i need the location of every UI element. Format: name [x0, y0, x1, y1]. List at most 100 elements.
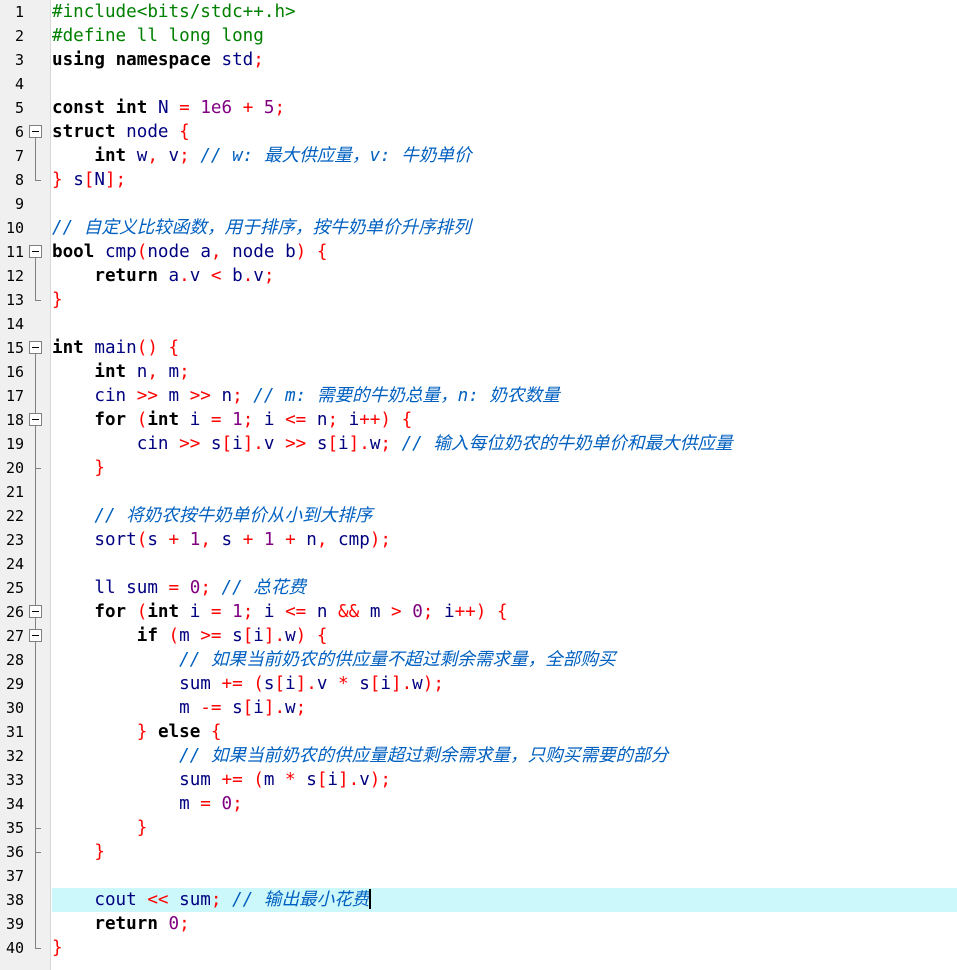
code-text[interactable]: m = 0; — [52, 792, 957, 816]
code-line[interactable]: 14 — [0, 312, 957, 336]
code-text[interactable] — [52, 312, 957, 336]
code-text[interactable]: return 0; — [52, 912, 957, 936]
fold-toggle-icon[interactable] — [27, 600, 45, 624]
code-line[interactable]: 19 cin >> s[i].v >> s[i].w; // 输入每位奶农的牛奶… — [0, 432, 957, 456]
code-text[interactable]: #define ll long long — [52, 24, 957, 48]
code-line[interactable]: 40} — [0, 936, 957, 960]
code-lines[interactable]: 1 #include<bits/stdc++.h> 2 #define ll long… — [0, 0, 957, 960]
code-text[interactable]: } — [52, 840, 957, 864]
code-text[interactable]: sort(s + 1, s + 1 + n, cmp); — [52, 528, 957, 552]
code-line[interactable]: 23 sort(s + 1, s + 1 + n, cmp); — [0, 528, 957, 552]
code-line[interactable]: 7 int w, v; // w: 最大供应量，v: 牛奶单价 — [0, 144, 957, 168]
code-line[interactable]: 29 sum += (s[i].v * s[i].w); — [0, 672, 957, 696]
code-text[interactable]: ll sum = 0; // 总花费 — [52, 576, 957, 600]
code-line[interactable]: 31 } else { — [0, 720, 957, 744]
code-text[interactable]: return a.v < b.v; — [52, 264, 957, 288]
code-line[interactable]: 34 m = 0; — [0, 792, 957, 816]
code-line[interactable]: 12 return a.v < b.v; — [0, 264, 957, 288]
type-token: w — [136, 146, 148, 166]
code-line[interactable]: 32 // 如果当前奶农的供应量超过剩余需求量，只购买需要的部分 — [0, 744, 957, 768]
fold-toggle-icon[interactable] — [27, 408, 45, 432]
code-line[interactable]: 22 // 将奶农按牛奶单价从小到大排序 — [0, 504, 957, 528]
code-line[interactable]: 13} — [0, 288, 957, 312]
operator-token: ; — [327, 410, 339, 430]
code-line[interactable]: 4 — [0, 72, 957, 96]
code-text[interactable]: cin >> s[i].v >> s[i].w; // 输入每位奶农的牛奶单价和… — [52, 432, 957, 456]
code-line[interactable]: 33 sum += (m * s[i].v); — [0, 768, 957, 792]
operator-token: ++) — [359, 410, 391, 430]
code-line[interactable]: 3 using namespace std; — [0, 48, 957, 72]
code-line[interactable]: 28 // 如果当前奶农的供应量不超过剩余需求量，全部购买 — [0, 648, 957, 672]
code-line[interactable]: 39 return 0; — [0, 912, 957, 936]
code-line[interactable]: 10 // 自定义比较函数，用于排序，按牛奶单价升序排列 — [0, 216, 957, 240]
code-line[interactable]: 25 ll sum = 0; // 总花费 — [0, 576, 957, 600]
code-text[interactable]: sum += (m * s[i].v); — [52, 768, 957, 792]
fold-toggle-icon[interactable] — [27, 240, 45, 264]
code-line[interactable]: 18 for (int i = 1; i <= n; i++) { — [0, 408, 957, 432]
code-line[interactable]: 38 cout << sum; // 输出最小花费 — [0, 888, 957, 912]
code-line[interactable]: 21 — [0, 480, 957, 504]
operator-token: <= — [285, 602, 307, 622]
code-text[interactable]: bool cmp(node a, node b) { — [52, 240, 957, 264]
code-text[interactable]: } — [52, 288, 957, 312]
code-line[interactable]: 8} s[N]; — [0, 168, 957, 192]
code-text[interactable]: // 如果当前奶农的供应量超过剩余需求量，只购买需要的部分 — [52, 744, 957, 768]
code-text[interactable]: int n, m; — [52, 360, 957, 384]
code-line[interactable]: 15 int main() { — [0, 336, 957, 360]
code-line[interactable]: 30 m -= s[i].w; — [0, 696, 957, 720]
code-text[interactable]: } s[N]; — [52, 168, 957, 192]
code-text[interactable] — [52, 480, 957, 504]
code-text[interactable]: for (int i = 1; i <= n && m > 0; i++) { — [52, 600, 957, 624]
code-text[interactable]: } — [52, 816, 957, 840]
code-text[interactable]: // 自定义比较函数，用于排序，按牛奶单价升序排列 — [52, 216, 957, 240]
code-text[interactable]: if (m >= s[i].w) { — [52, 624, 957, 648]
code-text[interactable]: for (int i = 1; i <= n; i++) { — [52, 408, 957, 432]
code-text[interactable]: // 如果当前奶农的供应量不超过剩余需求量，全部购买 — [52, 648, 957, 672]
code-text[interactable]: m -= s[i].w; — [52, 696, 957, 720]
code-line[interactable]: 37 — [0, 864, 957, 888]
code-line[interactable]: 2 #define ll long long — [0, 24, 957, 48]
fold-toggle-icon[interactable] — [27, 336, 45, 360]
fold-toggle-icon[interactable] — [27, 120, 45, 144]
code-line[interactable]: 35 } — [0, 816, 957, 840]
code-text[interactable]: int w, v; // w: 最大供应量，v: 牛奶单价 — [52, 144, 957, 168]
fold-toggle-icon[interactable] — [27, 624, 45, 648]
code-text[interactable]: const int N = 1e6 + 5; — [52, 96, 957, 120]
code-text[interactable] — [52, 192, 957, 216]
code-text[interactable]: int main() { — [52, 336, 957, 360]
type-token: m — [369, 602, 381, 622]
operator-token: } — [136, 722, 148, 742]
code-line[interactable]: 24 — [0, 552, 957, 576]
code-text[interactable]: using namespace std; — [52, 48, 957, 72]
code-editor[interactable]: 1 #include<bits/stdc++.h> 2 #define ll long… — [0, 0, 957, 970]
code-text[interactable] — [52, 72, 957, 96]
code-text[interactable]: } — [52, 936, 957, 960]
code-line[interactable]: 27 if (m >= s[i].w) { — [0, 624, 957, 648]
code-line[interactable]: 5 const int N = 1e6 + 5; — [0, 96, 957, 120]
code-text[interactable]: sum += (s[i].v * s[i].w); — [52, 672, 957, 696]
code-line[interactable]: 6 struct node { — [0, 120, 957, 144]
code-text[interactable]: cin >> m >> n; // m: 需要的牛奶总量，n: 奶农数量 — [52, 384, 957, 408]
code-line[interactable]: 36 } — [0, 840, 957, 864]
code-text[interactable]: cout << sum; // 输出最小花费 — [52, 888, 957, 912]
code-line[interactable]: 26 for (int i = 1; i <= n && m > 0; i++)… — [0, 600, 957, 624]
type-token: i — [253, 698, 264, 718]
code-line[interactable]: 11 bool cmp(node a, node b) { — [0, 240, 957, 264]
code-text[interactable]: } — [52, 456, 957, 480]
code-line[interactable]: 17 cin >> m >> n; // m: 需要的牛奶总量，n: 奶农数量 — [0, 384, 957, 408]
code-line[interactable]: 16 int n, m; — [0, 360, 957, 384]
code-text[interactable] — [52, 552, 957, 576]
code-line[interactable]: 9 — [0, 192, 957, 216]
code-text[interactable]: } else { — [52, 720, 957, 744]
fold-line-marker — [27, 480, 45, 504]
code-text[interactable] — [52, 864, 957, 888]
code-text[interactable]: #include<bits/stdc++.h> — [52, 0, 957, 24]
code-line[interactable]: 20 } — [0, 456, 957, 480]
code-text[interactable]: struct node { — [52, 120, 957, 144]
code-line[interactable]: 1 #include<bits/stdc++.h> — [0, 0, 957, 24]
code-text[interactable]: // 将奶农按牛奶单价从小到大排序 — [52, 504, 957, 528]
